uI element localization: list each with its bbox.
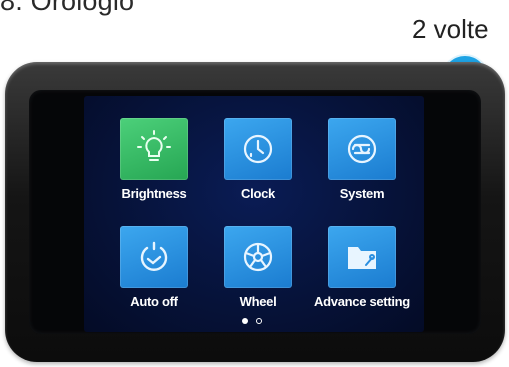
menu-item-system[interactable] bbox=[328, 118, 396, 180]
page-indicator-dot-1[interactable] bbox=[242, 318, 248, 324]
wheel-icon bbox=[243, 242, 273, 272]
menu-label-advance-setting: Advance setting bbox=[314, 294, 410, 309]
menu-item-brightness[interactable] bbox=[120, 118, 188, 180]
system-icon bbox=[347, 134, 377, 164]
menu-label-brightness: Brightness bbox=[121, 186, 187, 201]
menu-item-clock[interactable] bbox=[224, 118, 292, 180]
page-indicator-dot-2[interactable] bbox=[256, 318, 262, 324]
menu-label-clock: Clock bbox=[241, 186, 275, 201]
menu-label-wheel: Wheel bbox=[239, 294, 277, 309]
press-count-label: 2 volte bbox=[412, 14, 489, 44]
display-screen: Brightness Clock System Auto off Wheel A… bbox=[84, 96, 424, 332]
bulb-icon bbox=[137, 130, 171, 161]
menu-label-auto-off: Auto off bbox=[130, 294, 178, 309]
page-title: 8. Orologio bbox=[0, 0, 135, 16]
power-timer-icon bbox=[140, 241, 168, 271]
folder-icon bbox=[348, 247, 376, 269]
menu-item-auto-off[interactable] bbox=[120, 226, 188, 288]
menu-label-system: System bbox=[339, 186, 385, 201]
menu-item-wheel[interactable] bbox=[224, 226, 292, 288]
clock-icon bbox=[243, 134, 273, 164]
menu-item-advance-setting[interactable] bbox=[328, 226, 396, 288]
